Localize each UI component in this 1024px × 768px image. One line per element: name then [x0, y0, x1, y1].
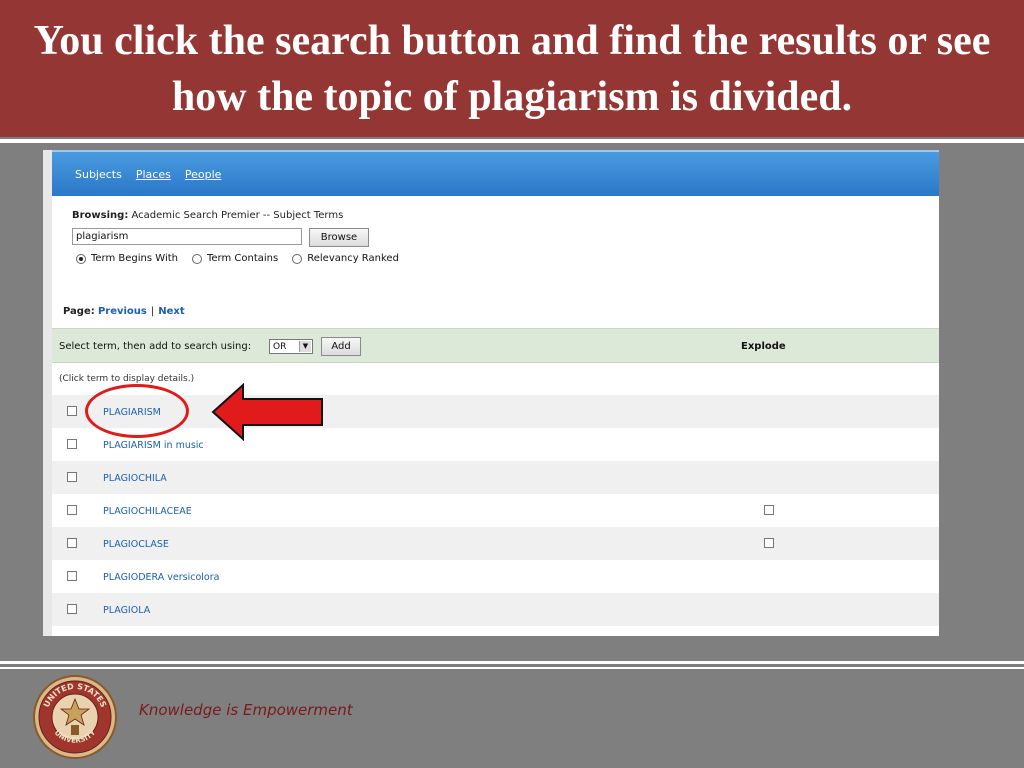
previous-link[interactable]: Previous	[98, 306, 147, 317]
term-link[interactable]: PLAGIOCLASE	[103, 539, 169, 550]
radio-term-begins-with[interactable]: Term Begins With	[76, 253, 178, 264]
browse-tabs-bar: Subjects Places People	[52, 150, 939, 196]
term-row: PLAGIOLA	[52, 593, 939, 626]
term-link[interactable]: PLAGIODERA versicolora	[103, 572, 219, 583]
term-row: PLAGIODERA versicolora	[52, 560, 939, 593]
browse-panel: Browsing: Academic Search Premier -- Sub…	[52, 196, 939, 328]
add-button[interactable]: Add	[321, 337, 361, 356]
boolean-operator-select[interactable]: OR ▼	[269, 339, 313, 354]
footer-tagline: Knowledge is Empowerment	[139, 701, 353, 719]
click-term-hint: (Click term to display details.)	[59, 374, 195, 384]
term-checkbox[interactable]	[67, 472, 77, 482]
term-link[interactable]: PLAGIARISM in music	[103, 440, 204, 451]
term-checkbox[interactable]	[67, 406, 77, 416]
term-row: PLAGIOCHILACEAE	[52, 494, 939, 527]
tab-subjects[interactable]: Subjects	[75, 168, 122, 181]
browse-button[interactable]: Browse	[309, 228, 369, 247]
radio-button[interactable]	[192, 253, 202, 264]
header-divider	[0, 139, 1024, 143]
select-term-bar: Select term, then add to search using: O…	[52, 328, 939, 363]
term-link[interactable]: PLAGIOCHILA	[103, 473, 167, 484]
university-seal-logo: UNITED STATES UNIVERSITY	[33, 675, 117, 759]
radio-label: Term Begins With	[91, 253, 178, 264]
footer-divider	[0, 661, 1024, 664]
term-link[interactable]: PLAGIOCHILACEAE	[103, 506, 192, 517]
term-list: PLAGIARISM PLAGIARISM in music PLAGIOCHI…	[52, 395, 939, 626]
term-row: PLAGIOCHILA	[52, 461, 939, 494]
tab-places[interactable]: Places	[136, 168, 171, 181]
slide-title: You click the search button and find the…	[33, 17, 991, 120]
radio-button-selected[interactable]	[76, 253, 86, 264]
dropdown-arrow-icon[interactable]: ▼	[299, 341, 311, 352]
term-checkbox[interactable]	[67, 604, 77, 614]
slide-header: You click the search button and find the…	[0, 0, 1024, 137]
operator-value: OR	[273, 341, 287, 352]
pagination: Page: Previous | Next	[63, 306, 185, 317]
radio-label: Relevancy Ranked	[307, 253, 399, 264]
radio-button[interactable]	[292, 253, 303, 264]
term-checkbox[interactable]	[67, 571, 77, 581]
term-row: PLAGIARISM in music	[52, 428, 939, 461]
explode-column-header: Explode	[741, 341, 786, 352]
term-row: PLAGIARISM	[52, 395, 939, 428]
term-link[interactable]: PLAGIOLA	[103, 605, 150, 616]
browsing-label: Browsing:	[72, 210, 129, 221]
paging-separator: |	[150, 306, 155, 317]
select-term-label: Select term, then add to search using:	[59, 341, 252, 352]
radio-term-contains[interactable]: Term Contains	[192, 253, 278, 264]
term-input[interactable]	[72, 228, 302, 245]
radio-relevancy-ranked[interactable]: Relevancy Ranked	[292, 253, 399, 264]
term-link[interactable]: PLAGIARISM	[103, 407, 161, 418]
term-row: PLAGIOCLASE	[52, 527, 939, 560]
explode-checkbox[interactable]	[764, 538, 774, 548]
term-checkbox[interactable]	[67, 538, 77, 548]
search-mode-options: Term Begins With Term Contains Relevancy…	[76, 253, 413, 264]
tab-people[interactable]: People	[185, 168, 222, 181]
database-screenshot: Subjects Places People Browsing: Academi…	[43, 150, 939, 636]
browsing-value: Academic Search Premier -- Subject Terms	[131, 210, 344, 221]
term-checkbox[interactable]	[67, 439, 77, 449]
footer-divider-thin	[0, 667, 1024, 669]
term-checkbox[interactable]	[67, 505, 77, 515]
page-label: Page:	[63, 306, 95, 317]
browsing-line: Browsing: Academic Search Premier -- Sub…	[72, 210, 343, 221]
explode-checkbox[interactable]	[764, 505, 774, 515]
next-link[interactable]: Next	[158, 306, 184, 317]
radio-label: Term Contains	[207, 253, 279, 264]
